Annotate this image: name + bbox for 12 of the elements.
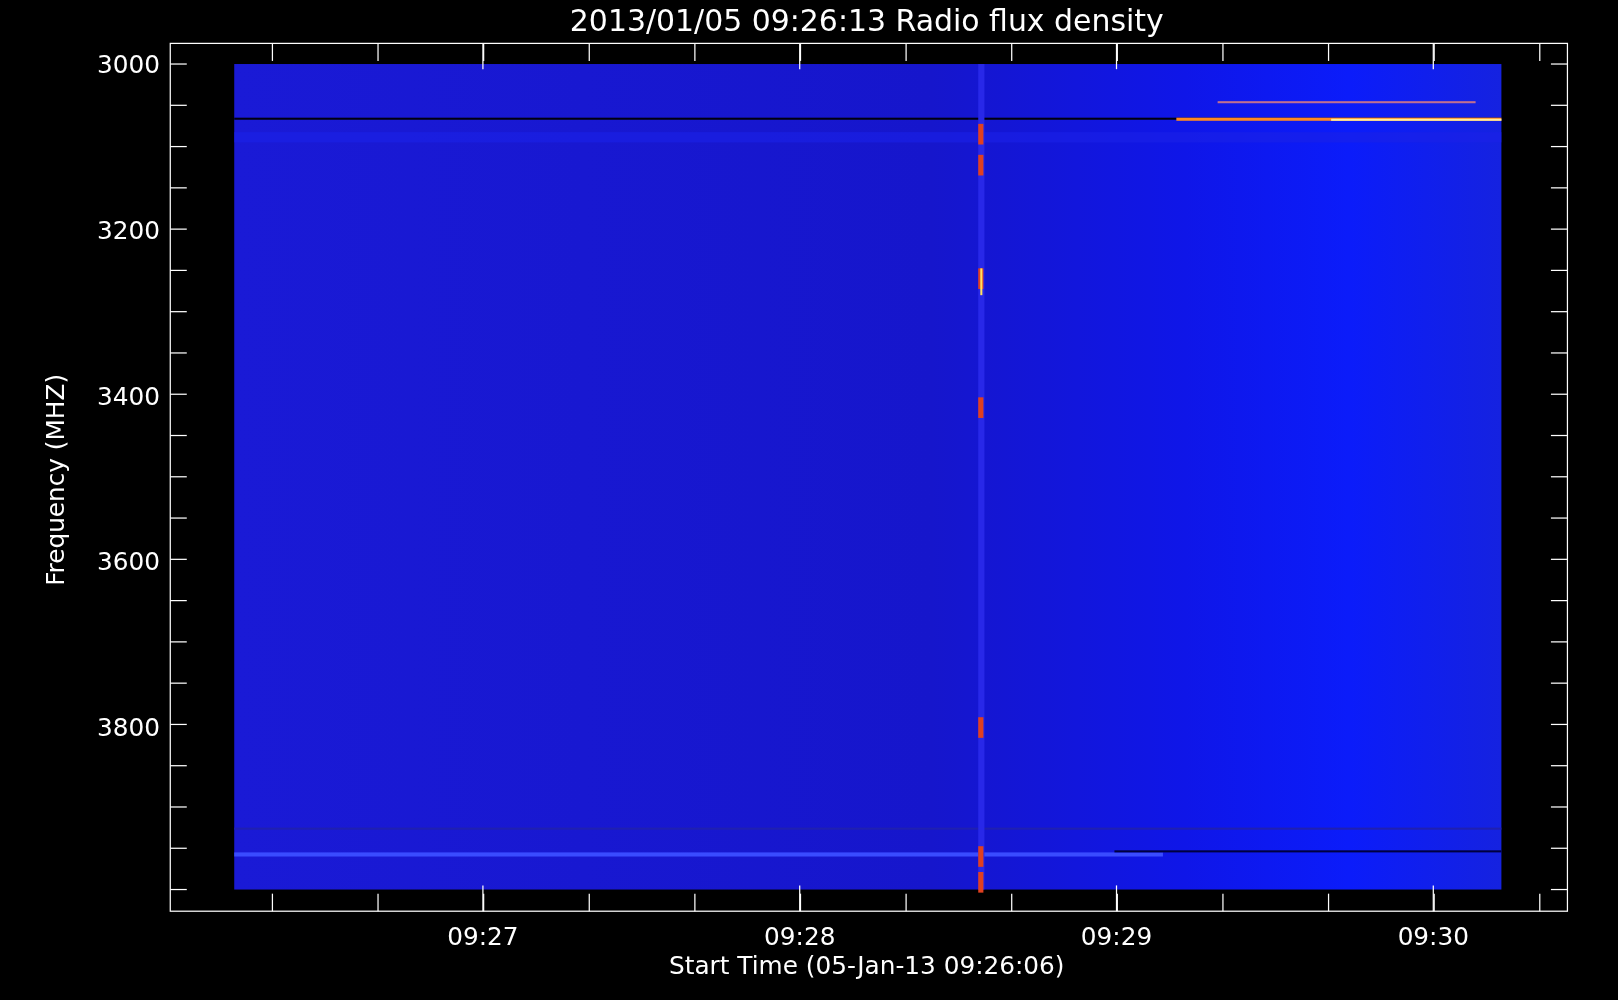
x-axis-label: Start Time (05-Jan-13 09:26:06) [669,951,1065,981]
y-tick-label: 3600 [96,547,160,577]
x-tick-label: 09:28 [764,922,836,952]
x-tick-label: 09:27 [447,922,519,952]
y-tick-label: 3800 [96,712,160,742]
plot-title: 2013/01/05 09:26:13 Radio flux density [569,3,1164,38]
x-tick-label: 09:29 [1080,922,1153,952]
y-tick-label: 3200 [96,215,160,245]
y-tick-label: 3000 [96,50,160,80]
y-axis-label: Frequency (MHZ) [41,373,70,586]
x-tick-label: 09:30 [1397,922,1469,952]
y-tick-label: 3400 [96,381,160,411]
